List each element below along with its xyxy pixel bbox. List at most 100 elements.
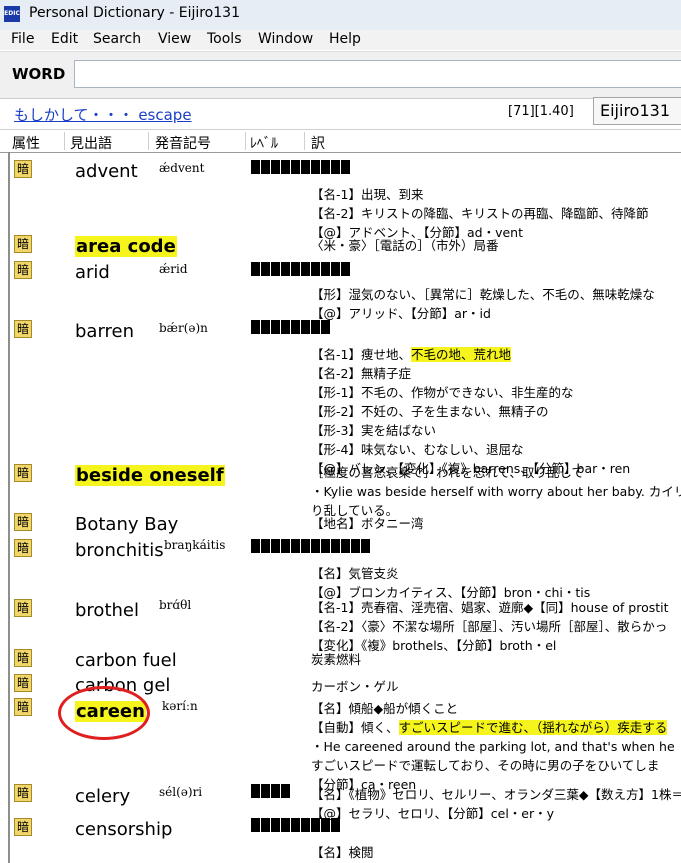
definition-line: 【@】アリッド、【分節】ar・id: [311, 306, 491, 321]
definition-line: 【名-2】キリストの降臨、キリストの再臨、降臨節、待降節: [311, 206, 649, 221]
col-translation[interactable]: 訳: [311, 133, 325, 153]
definition-line: 【形】湿気のない、［異常に］乾燥した、不毛の、無味乾燥な: [311, 287, 655, 302]
definition-line: 【地名】ボタニー湾: [311, 516, 424, 531]
memorize-badge[interactable]: 暗: [14, 320, 32, 338]
level-block: [281, 160, 290, 174]
col-level[interactable]: ﾚﾍﾞﾙ: [250, 133, 278, 153]
pronunciation: braŋkáitis: [164, 538, 226, 552]
title-bar: EDIC Personal Dictionary - Eijiro131: [0, 0, 681, 31]
definition-line: 【名】傾船◆船が傾くこと: [311, 701, 459, 716]
definition-line: 【形-4】味気ない、むなしい、退屈な: [311, 442, 524, 457]
level-block: [291, 818, 300, 832]
memorize-badge[interactable]: 暗: [14, 464, 32, 482]
definition-line: 【名】気管支炎: [311, 566, 399, 581]
definition-line: 〈米・豪〉［電話の］（市外）局番: [311, 238, 499, 253]
search-bar: WORD: [0, 51, 681, 99]
col-attribute[interactable]: 属性: [12, 133, 40, 153]
definition-line: 【名-1】痩せ地、不毛の地、荒れ地: [311, 344, 511, 363]
memorize-badge[interactable]: 暗: [14, 513, 32, 531]
level-bar: [251, 262, 350, 276]
level-block: [251, 320, 260, 334]
menu-edit[interactable]: Edit: [51, 31, 78, 47]
level-block: [321, 262, 330, 276]
memorize-badge[interactable]: 暗: [14, 818, 32, 836]
col-divider[interactable]: [304, 132, 305, 150]
suggestion-link[interactable]: もしかして・・・ escape: [14, 104, 192, 125]
example-line: ・He careened around the parking lot, and…: [311, 739, 675, 754]
menu-search[interactable]: Search: [93, 31, 141, 47]
dictionary-select[interactable]: Eijiro131: [593, 97, 681, 125]
level-block: [311, 160, 320, 174]
memorize-badge[interactable]: 暗: [14, 599, 32, 617]
memorize-badge[interactable]: 暗: [14, 539, 32, 557]
pronunciation: kəríːn: [162, 699, 198, 713]
pronunciation: bǽr(ə)n: [159, 321, 208, 335]
menu-file[interactable]: File: [11, 31, 34, 47]
window-title: Personal Dictionary - Eijiro131: [29, 5, 240, 21]
headword: carbon fuel: [75, 650, 177, 671]
col-divider[interactable]: [245, 132, 246, 150]
level-block: [271, 320, 280, 334]
memorize-badge[interactable]: 暗: [14, 649, 32, 667]
definition-line: 【名-2】無精子症: [311, 366, 411, 381]
level-block: [271, 818, 280, 832]
level-block: [251, 262, 260, 276]
level-block: [251, 784, 260, 798]
level-block: [291, 262, 300, 276]
level-block: [251, 539, 260, 553]
level-block: [271, 539, 280, 553]
col-divider[interactable]: [148, 132, 149, 150]
level-block: [261, 320, 270, 334]
example-line: ・Kylie was beside herself with worry abo…: [311, 484, 681, 499]
highlighted-phrase: すごいスピードで進む、（揺れながら）疾走する: [398, 720, 668, 735]
headword: bronchitis: [75, 540, 164, 561]
level-block: [311, 262, 320, 276]
definition-line: 【自動】傾く、すごいスピードで進む、（揺れながら）疾走する: [311, 720, 668, 735]
level-block: [261, 539, 270, 553]
level-block: [261, 818, 270, 832]
level-block: [331, 262, 340, 276]
definition-line: 【名】《植物》セロリ、セルリー、オランダ三葉◆【数え方】1株＝: [311, 787, 681, 802]
level-block: [321, 320, 330, 334]
level-block: [261, 784, 270, 798]
results-list: 暗 advent ǽdvent 【名-1】出現、到来 【名-2】キリストの降臨、…: [8, 152, 681, 863]
headword: beside oneself: [75, 465, 225, 486]
menu-window[interactable]: Window: [258, 31, 313, 47]
level-block: [301, 320, 310, 334]
memorize-badge[interactable]: 暗: [14, 261, 32, 279]
memorize-badge[interactable]: 暗: [14, 160, 32, 178]
level-block: [311, 539, 320, 553]
level-block: [301, 160, 310, 174]
col-pronunciation[interactable]: 発音記号: [155, 133, 211, 153]
level-block: [351, 539, 360, 553]
level-block: [281, 320, 290, 334]
level-bar: [251, 539, 370, 553]
level-block: [251, 160, 260, 174]
definition-part: 【名-1】痩せ地、不毛の地、荒れ地: [311, 347, 511, 362]
menu-view[interactable]: View: [158, 31, 191, 47]
level-block: [281, 539, 290, 553]
definition-line: 【@】セラリ、セロリ、【分節】cel・er・y: [311, 806, 555, 821]
level-block: [331, 539, 340, 553]
menu-tools[interactable]: Tools: [207, 31, 242, 47]
level-block: [311, 818, 320, 832]
level-block: [291, 160, 300, 174]
word-input[interactable]: [74, 60, 681, 88]
col-headword[interactable]: 見出語: [70, 133, 112, 153]
app-icon: EDIC: [4, 6, 20, 22]
definition-line: ［極度の喜怒哀楽で］われを忘れて、取り乱して: [311, 465, 585, 480]
level-block: [331, 160, 340, 174]
memorize-badge[interactable]: 暗: [14, 235, 32, 253]
level-block: [341, 262, 350, 276]
menu-help[interactable]: Help: [329, 31, 361, 47]
col-divider[interactable]: [64, 132, 65, 150]
result-counts: [71][1.40]: [508, 104, 574, 119]
memorize-badge[interactable]: 暗: [14, 674, 32, 692]
headword: celery: [75, 786, 131, 807]
annotation-circle: [58, 686, 150, 740]
memorize-badge[interactable]: 暗: [14, 784, 32, 802]
level-block: [341, 160, 350, 174]
highlighted-phrase: 不毛の地、荒れ地: [410, 347, 511, 362]
level-bar: [251, 818, 340, 832]
memorize-badge[interactable]: 暗: [14, 698, 32, 716]
